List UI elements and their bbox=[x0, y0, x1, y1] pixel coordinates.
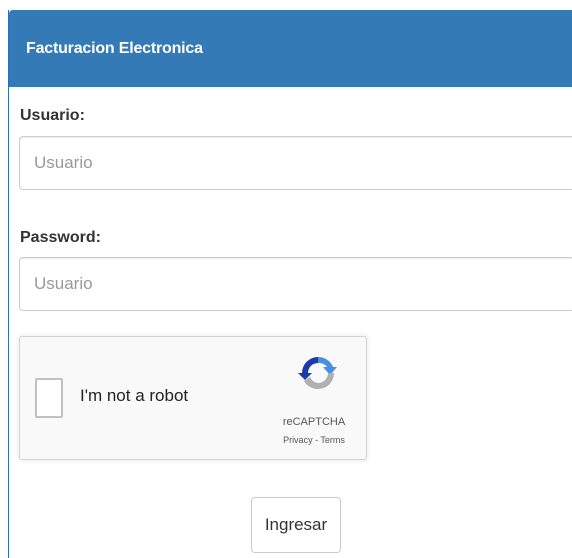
user-input[interactable] bbox=[19, 136, 572, 190]
password-input[interactable] bbox=[19, 257, 572, 311]
user-label: Usuario: bbox=[20, 107, 85, 124]
privacy-link[interactable]: Privacy bbox=[283, 435, 313, 445]
recaptcha-checkbox-label: I'm not a robot bbox=[80, 386, 189, 405]
ingresar-button[interactable]: Ingresar bbox=[251, 497, 341, 553]
recaptcha-widget: I'm not a robot reCAPTCHA Privacy - Term… bbox=[19, 336, 367, 460]
recaptcha-checkbox[interactable] bbox=[35, 378, 63, 418]
recaptcha-brand: reCAPTCHA bbox=[282, 416, 346, 428]
panel-title: Facturacion Electronica bbox=[26, 39, 203, 57]
recaptcha-links: Privacy - Terms bbox=[265, 435, 363, 445]
recaptcha-logo-icon bbox=[298, 356, 337, 390]
terms-link[interactable]: Terms bbox=[320, 435, 345, 445]
password-label: Password: bbox=[20, 229, 101, 246]
panel-header: Facturacion Electronica bbox=[9, 10, 572, 87]
login-panel: Facturacion Electronica Usuario: Passwor… bbox=[8, 10, 572, 558]
